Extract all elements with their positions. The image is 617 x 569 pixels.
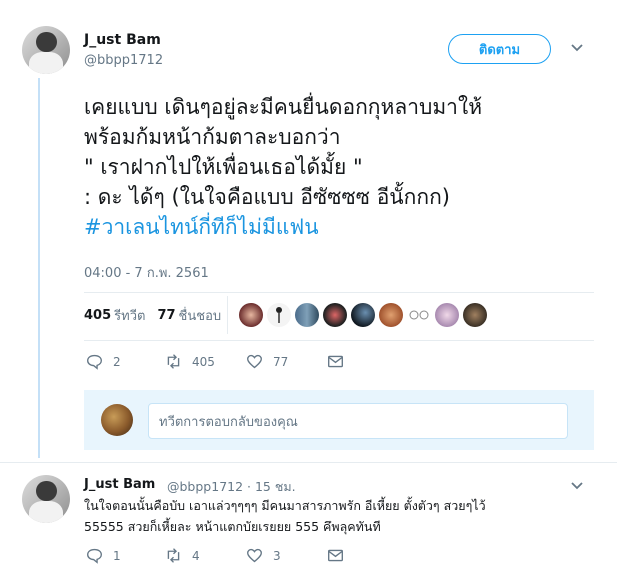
retweet-button[interactable]: 405 [165,353,215,370]
retweet-icon [167,548,180,563]
likes-label[interactable]: ชื่นชอบ [179,305,222,326]
like-button[interactable]: 77 [246,353,288,370]
reply-button[interactable]: 2 [86,353,121,370]
thread-line [38,78,40,458]
liker-avatar[interactable] [239,303,263,327]
liker-avatar[interactable] [267,303,291,327]
divider [84,340,594,341]
reply-count: 2 [113,354,121,369]
reply-author-handle[interactable]: @bbpp1712 · 15 ชม. [167,477,296,497]
reply-retweet-button[interactable]: 4 [165,547,200,564]
reply-like-count: 3 [273,548,281,563]
liker-avatars [239,303,491,327]
reply-like-button[interactable]: 3 [246,547,281,564]
reply-icon [87,548,102,564]
author-handle[interactable]: @bbpp1712 [84,53,163,68]
reply-reply-count: 1 [113,548,121,563]
liker-avatar[interactable] [323,303,347,327]
reply-author-name[interactable]: J_ust Bam [84,477,155,492]
reply-author-avatar[interactable] [22,475,70,523]
retweets-count[interactable]: 405 [84,308,111,323]
chevron-down-icon[interactable] [571,482,583,490]
reply-text: ในใจตอนนั้นคือบับ เอาแล่วๆๆๆๆ มีคนมาสารภ… [84,498,486,534]
message-button[interactable] [327,353,354,370]
engagement-stats: 405 รีทวีต 77 ชื่นชอบ [84,303,221,327]
divider [84,292,594,293]
reply-retweet-count: 4 [192,548,200,563]
liker-avatar[interactable] [407,303,431,327]
likes-count[interactable]: 77 [157,308,175,323]
retweets-label[interactable]: รีทวีต [114,305,145,326]
liker-avatar[interactable] [379,303,403,327]
author-avatar[interactable] [22,26,70,74]
reply-icon [87,354,102,370]
tweet-body: เคยแบบ เดินๆอยู่ละมีคนยื่นดอกกุหลาบมาให้… [84,95,483,209]
author-name[interactable]: J_ust Bam [84,32,161,48]
heart-icon [247,548,262,563]
tweet-timestamp[interactable]: 04:00 - 7 ก.พ. 2561 [84,262,209,283]
liker-avatar[interactable] [463,303,487,327]
reply-input[interactable]: ทวีตการตอบกลับของคุณ [148,403,568,439]
liker-avatar[interactable] [435,303,459,327]
hashtag-link[interactable]: #วาเลนไทน์กี่ทีก็ไม่มีแฟน [84,215,319,239]
envelope-icon [328,549,343,562]
reply-reply-button[interactable]: 1 [86,547,121,564]
chevron-down-icon[interactable] [571,44,583,52]
follow-button[interactable]: ติดตาม [448,34,551,64]
current-user-avatar [101,404,133,436]
like-count: 77 [273,354,289,369]
liker-avatar[interactable] [295,303,319,327]
reply-message-button[interactable] [327,547,354,564]
envelope-icon [328,355,343,368]
divider [0,462,617,463]
tweet-text: เคยแบบ เดินๆอยู่ละมีคนยื่นดอกกุหลาบมาให้… [84,92,604,242]
liker-avatar[interactable] [351,303,375,327]
heart-icon [247,354,262,369]
stats-divider [227,296,228,334]
retweet-icon [167,354,180,369]
retweet-count: 405 [192,354,215,369]
